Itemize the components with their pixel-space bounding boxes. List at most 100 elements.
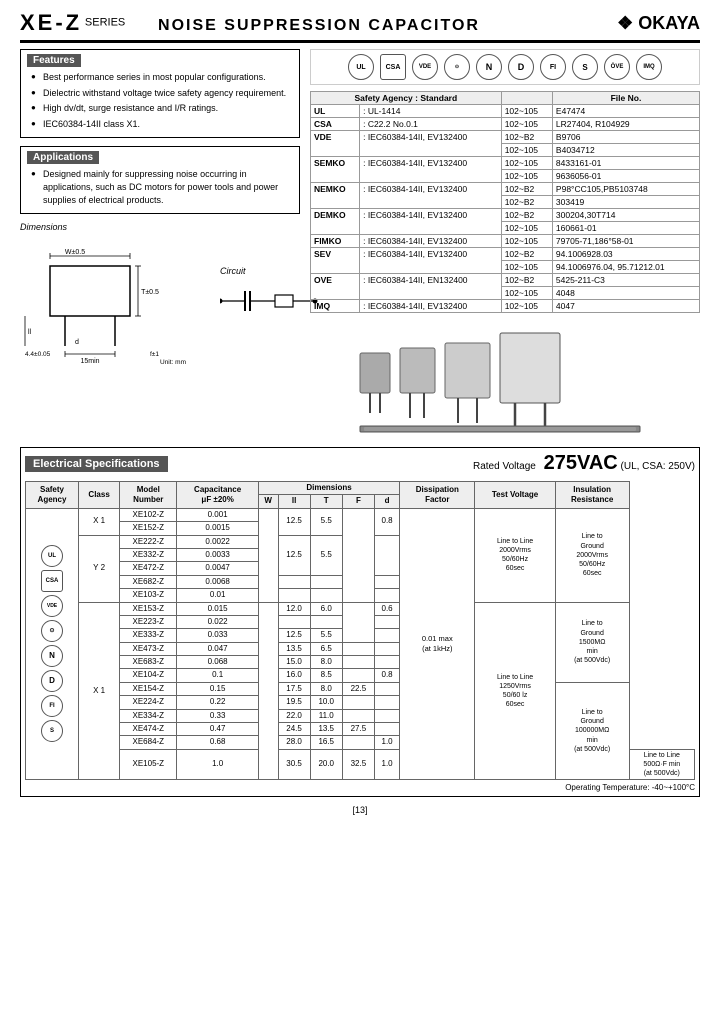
csa-badge: CSA xyxy=(380,54,406,80)
ll-cell: 12.5 xyxy=(278,508,310,535)
t-cell: 8.0 xyxy=(310,656,342,669)
agency-cell: NEMKO xyxy=(311,183,360,209)
range-cell: 102~B2 xyxy=(501,183,552,196)
imq-badge: IMQ xyxy=(636,54,662,80)
elec-title: Electrical Specifications xyxy=(25,456,168,472)
file-cell: 94.1006976.04, 95.71212.01 xyxy=(552,261,699,274)
svg-text:Unit: mm: Unit: mm xyxy=(160,359,186,366)
t-cell: 11.0 xyxy=(310,709,342,722)
model-cell: XE473-Z xyxy=(120,642,177,655)
page: XE-Z SERIES NOISE SUPPRESSION CAPACITOR … xyxy=(0,0,720,1012)
ll-cell: 28.0 xyxy=(278,736,310,749)
svg-text:4.4±0.05: 4.4±0.05 xyxy=(25,351,51,358)
class-x1b-cell: X 1 xyxy=(79,602,120,780)
col-class: Class xyxy=(79,482,120,509)
table-row: OVE : IEC60384-14II, EN132400 102~B2 542… xyxy=(311,274,700,287)
range-cell: 102~105 xyxy=(501,222,552,235)
file-cell: B4034712 xyxy=(552,144,699,157)
safety-agency-icons: UL CSA VDE ⊙ N D FI S xyxy=(26,508,79,779)
range-cell: 102~105 xyxy=(501,287,552,300)
circuit-label: Circuit xyxy=(220,266,320,276)
agency-cell: OVE xyxy=(311,274,360,300)
d-cell xyxy=(374,709,399,722)
class-x1-cell: X 1 xyxy=(79,508,120,535)
ll-cell: 12.5 xyxy=(278,535,310,575)
model-cell: XE332-Z xyxy=(120,548,177,561)
model-cell: XE223-Z xyxy=(120,615,177,628)
table-row: SEMKO : IEC60384-14II, EV132400 102~105 … xyxy=(311,157,700,170)
agency-cell: DEMKO xyxy=(311,209,360,235)
agency-cell: CSA xyxy=(311,118,360,131)
cap-cell: 0.0022 xyxy=(177,535,259,548)
t-cell: 10.0 xyxy=(310,696,342,709)
t-cell: 8.5 xyxy=(310,669,342,682)
d-cell xyxy=(374,575,399,588)
series-suffix: SERIES xyxy=(85,17,125,29)
applications-list: Designed mainly for suppressing noise oc… xyxy=(27,168,293,206)
d-cell xyxy=(374,629,399,642)
svg-text:15min: 15min xyxy=(80,358,99,365)
table-row: X 1 XE153-Z 0.015 12.0 6.0 0.6 Line to L… xyxy=(26,602,695,615)
range-cell: 102~105 xyxy=(501,144,552,157)
file-cell: 79705-71,186°58-01 xyxy=(552,235,699,248)
std-cell: : UL-1414 xyxy=(360,105,502,118)
s-badge: S xyxy=(572,54,598,80)
cap-cell: 0.0033 xyxy=(177,548,259,561)
product-photos-svg xyxy=(350,323,660,433)
file-cell: 300204,30T714 xyxy=(552,209,699,222)
left-column: Features Best performance series in most… xyxy=(20,49,300,439)
n-icon: N xyxy=(41,645,63,667)
ll-cell: 12.0 xyxy=(278,602,310,615)
fi-badge: FI xyxy=(540,54,566,80)
col-ll: ll xyxy=(278,495,310,508)
model-cell: XE333-Z xyxy=(120,629,177,642)
test-voltage-cell-1: Line to Line2000Vrms50/60Hz60sec xyxy=(475,508,555,602)
table-row: VDE : IEC60384-14II, EV132400 102~B2 B97… xyxy=(311,131,700,144)
feature-item: Dielectric withstand voltage twice safet… xyxy=(31,87,293,100)
fi-icon: FI xyxy=(41,695,63,717)
table-row: IMQ : IEC60384-14II, EV132400 102~105 40… xyxy=(311,300,700,313)
model-cell: XE474-Z xyxy=(120,723,177,736)
range-cell: 102~105 xyxy=(501,170,552,183)
range-header xyxy=(501,92,552,105)
file-no-header: File No. xyxy=(552,92,699,105)
application-item: Designed mainly for suppressing noise oc… xyxy=(31,168,293,206)
std-cell: : IEC60384-14II, EV132400 xyxy=(360,157,502,183)
d-cell: 0.6 xyxy=(374,602,399,615)
feature-item: High dv/dt, surge resistance and I/R rat… xyxy=(31,102,293,115)
range-cell: 102~105 xyxy=(501,261,552,274)
s-icon: S xyxy=(41,720,63,742)
w-cell xyxy=(258,508,278,602)
d-cell xyxy=(374,682,399,695)
std-cell: : IEC60384-14II, EV132400 xyxy=(360,235,502,248)
semko-badge: ⊙ xyxy=(444,54,470,80)
brand: ❖ OKAYA xyxy=(617,13,700,34)
ove-badge: ÖVE xyxy=(604,54,630,80)
file-cell: 5425-211-C3 xyxy=(552,274,699,287)
file-cell: LR27404, R104929 xyxy=(552,118,699,131)
cap-cell: 0.47 xyxy=(177,723,259,736)
test-voltage-cell-2: Line to Line1250Vrms50/60 lz60sec xyxy=(475,602,555,780)
agency-cell: UL xyxy=(311,105,360,118)
rated-voltage-label: Rated Voltage 275VAC (UL, CSA: 250V) xyxy=(473,452,695,475)
col-test-voltage: Test Voltage xyxy=(475,482,555,509)
cert-badges-row: UL CSA VDE ⊙ N D FI S ÖVE IMQ xyxy=(310,49,700,85)
col-safety-agency: SafetyAgency xyxy=(26,482,79,509)
range-cell: 102~105 xyxy=(501,118,552,131)
t-cell: 8.0 xyxy=(310,682,342,695)
file-cell: 9636056-01 xyxy=(552,170,699,183)
svg-text:T±0.5: T±0.5 xyxy=(141,289,159,296)
col-w: W xyxy=(258,495,278,508)
std-cell: : IEC60384-14II, EV132400 xyxy=(360,131,502,157)
std-cell: : IEC60384-14II, EV132400 xyxy=(360,209,502,235)
ll-cell: 19.5 xyxy=(278,696,310,709)
range-cell: 102~105 xyxy=(501,105,552,118)
insulation-tv2-cell: Line toGround100000MΩmin(at 500Vdc) xyxy=(555,682,629,779)
cap-cell: 0.01 xyxy=(177,589,259,602)
dimensions-svg: W±0.5 T±0.5 15min d xyxy=(20,236,210,366)
rv-label-text: Rated Voltage xyxy=(473,461,536,472)
product-type: NOISE SUPPRESSION CAPACITOR xyxy=(158,17,480,34)
semko-icon: ⊙ xyxy=(41,620,63,642)
svg-text:ll: ll xyxy=(28,329,32,336)
model-cell: XE104-Z xyxy=(120,669,177,682)
